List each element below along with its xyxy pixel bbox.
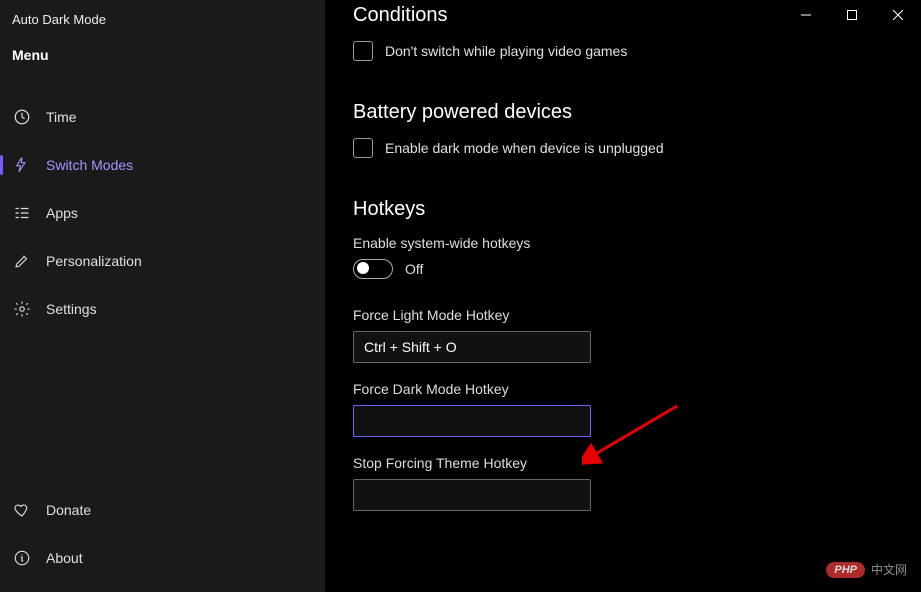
sidebar-item-switch-modes[interactable]: Switch Modes	[0, 141, 325, 189]
conditions-games-row: Don't switch while playing video games	[353, 41, 893, 61]
stop-forcing-input[interactable]	[353, 479, 591, 511]
stop-forcing-label: Stop Forcing Theme Hotkey	[353, 455, 893, 471]
sidebar-item-about[interactable]: About	[0, 534, 325, 582]
hotkeys-title: Hotkeys	[353, 198, 893, 221]
sidebar-item-label: Time	[46, 109, 77, 125]
unplugged-checkbox[interactable]	[353, 138, 373, 158]
watermark-badge: PHP	[826, 562, 865, 578]
sidebar-item-apps[interactable]: Apps	[0, 189, 325, 237]
info-icon	[12, 548, 32, 568]
sidebar-item-personalization[interactable]: Personalization	[0, 237, 325, 285]
minimize-button[interactable]	[783, 0, 829, 30]
enable-hotkeys-label: Enable system-wide hotkeys	[353, 235, 893, 251]
sidebar-item-label: Personalization	[46, 253, 142, 269]
sidebar-item-label: Switch Modes	[46, 157, 133, 173]
sidebar-item-label: Donate	[46, 502, 91, 518]
close-button[interactable]	[875, 0, 921, 30]
apps-icon	[12, 203, 32, 223]
sidebar: Auto Dark Mode Menu Time Switch Modes Ap…	[0, 0, 325, 592]
force-dark-input[interactable]	[353, 405, 591, 437]
sidebar-item-label: About	[46, 550, 83, 566]
enable-hotkeys-state: Off	[405, 261, 423, 277]
sidebar-item-donate[interactable]: Donate	[0, 486, 325, 534]
bottom-nav: Donate About	[0, 486, 325, 582]
sidebar-item-time[interactable]: Time	[0, 93, 325, 141]
main-nav: Time Switch Modes Apps Personalization S…	[0, 93, 325, 486]
personalization-icon	[12, 251, 32, 271]
watermark: PHP 中文网	[826, 561, 907, 578]
unplugged-checkbox-label: Enable dark mode when device is unplugge…	[385, 140, 664, 156]
enable-hotkeys-toggle[interactable]	[353, 259, 393, 279]
content-area: Conditions Don't switch while playing vi…	[325, 0, 921, 592]
menu-heading: Menu	[0, 47, 325, 93]
battery-title: Battery powered devices	[353, 101, 893, 124]
app-title: Auto Dark Mode	[0, 10, 325, 47]
switch-icon	[12, 155, 32, 175]
battery-unplugged-row: Enable dark mode when device is unplugge…	[353, 138, 893, 158]
sidebar-item-settings[interactable]: Settings	[0, 285, 325, 333]
clock-icon	[12, 107, 32, 127]
watermark-text: 中文网	[871, 561, 907, 578]
force-light-label: Force Light Mode Hotkey	[353, 307, 893, 323]
force-light-input[interactable]	[353, 331, 591, 363]
window-controls	[783, 0, 921, 30]
enable-hotkeys-row: Off	[353, 259, 893, 279]
sidebar-item-label: Apps	[46, 205, 78, 221]
maximize-button[interactable]	[829, 0, 875, 30]
heart-icon	[12, 500, 32, 520]
games-checkbox-label: Don't switch while playing video games	[385, 43, 627, 59]
force-dark-label: Force Dark Mode Hotkey	[353, 381, 893, 397]
games-checkbox[interactable]	[353, 41, 373, 61]
gear-icon	[12, 299, 32, 319]
sidebar-item-label: Settings	[46, 301, 97, 317]
